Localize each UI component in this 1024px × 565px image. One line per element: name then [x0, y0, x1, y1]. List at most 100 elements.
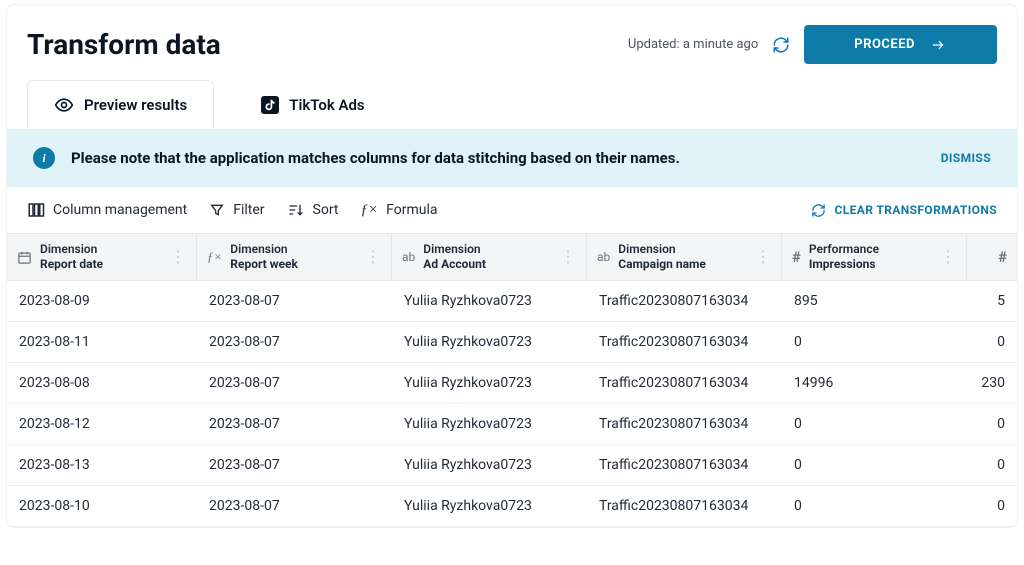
toolbar: Column management Filter Sort ƒ× Formula — [7, 187, 1017, 233]
cell-report-date: 2023-08-09 — [7, 281, 197, 321]
table-row[interactable]: 2023-08-132023-08-07Yuliia Ryzhkova0723T… — [7, 445, 1017, 486]
cell-campaign-name: Traffic20230807163034 — [587, 322, 782, 362]
sort-icon — [287, 202, 305, 218]
cell-report-week: 2023-08-07 — [197, 486, 392, 526]
cell-campaign-name: Traffic20230807163034 — [587, 281, 782, 321]
cell-ad-account: Yuliia Ryzhkova0723 — [392, 445, 587, 485]
grip-icon[interactable]: ⋮ — [560, 249, 576, 265]
table-row[interactable]: 2023-08-092023-08-07Yuliia Ryzhkova0723T… — [7, 281, 1017, 322]
table-row[interactable]: 2023-08-122023-08-07Yuliia Ryzhkova0723T… — [7, 404, 1017, 445]
info-banner: i Please note that the application match… — [7, 129, 1017, 187]
col-header-report-date[interactable]: Dimension Report date ⋮ — [7, 234, 197, 280]
cell-report-date: 2023-08-13 — [7, 445, 197, 485]
column-management-button[interactable]: Column management — [27, 201, 187, 219]
cell-campaign-name: Traffic20230807163034 — [587, 363, 782, 403]
cell-extra: 0 — [967, 445, 1017, 485]
calendar-icon — [17, 250, 32, 265]
cell-impressions: 0 — [782, 404, 967, 444]
columns-icon — [27, 201, 45, 219]
cell-impressions: 14996 — [782, 363, 967, 403]
fx-icon: ƒ× — [207, 249, 222, 265]
info-icon: i — [33, 147, 55, 169]
cell-extra: 0 — [967, 486, 1017, 526]
refresh-icon — [811, 203, 826, 218]
cell-impressions: 0 — [782, 322, 967, 362]
cell-impressions: 0 — [782, 486, 967, 526]
tabs: Preview results TikTok Ads — [7, 80, 1017, 129]
cell-extra: 0 — [967, 322, 1017, 362]
table-row[interactable]: 2023-08-102023-08-07Yuliia Ryzhkova0723T… — [7, 486, 1017, 527]
cell-ad-account: Yuliia Ryzhkova0723 — [392, 404, 587, 444]
cell-campaign-name: Traffic20230807163034 — [587, 445, 782, 485]
header-right: Updated: a minute ago PROCEED — [628, 25, 997, 64]
tab-preview-results[interactable]: Preview results — [27, 80, 214, 129]
text-icon: ab — [402, 250, 415, 264]
formula-button[interactable]: ƒ× Formula — [361, 202, 438, 219]
clear-transformations-button[interactable]: CLEAR TRANSFORMATIONS — [811, 203, 997, 218]
cell-campaign-name: Traffic20230807163034 — [587, 486, 782, 526]
proceed-button[interactable]: PROCEED — [804, 25, 997, 64]
col-header-extra[interactable]: # — [967, 234, 1017, 280]
formula-icon: ƒ× — [361, 202, 379, 219]
tab-label: Preview results — [84, 96, 187, 114]
data-table: Dimension Report date ⋮ ƒ× Dimension Rep… — [7, 233, 1017, 527]
cell-report-date: 2023-08-11 — [7, 322, 197, 362]
text-icon: ab — [597, 250, 610, 264]
header: Transform data Updated: a minute ago PRO… — [7, 5, 1017, 72]
filter-icon — [209, 202, 225, 218]
cell-report-date: 2023-08-10 — [7, 486, 197, 526]
toolbar-left: Column management Filter Sort ƒ× Formula — [27, 201, 437, 219]
cell-report-date: 2023-08-08 — [7, 363, 197, 403]
page-title: Transform data — [27, 28, 221, 61]
filter-button[interactable]: Filter — [209, 202, 264, 218]
grip-icon[interactable]: ⋮ — [940, 249, 956, 265]
cell-impressions: 0 — [782, 445, 967, 485]
cell-report-week: 2023-08-07 — [197, 363, 392, 403]
table-row[interactable]: 2023-08-112023-08-07Yuliia Ryzhkova0723T… — [7, 322, 1017, 363]
banner-text: Please note that the application matches… — [71, 149, 680, 167]
hash-icon: # — [998, 248, 1007, 266]
cell-report-week: 2023-08-07 — [197, 281, 392, 321]
table-header: Dimension Report date ⋮ ƒ× Dimension Rep… — [7, 233, 1017, 281]
cell-ad-account: Yuliia Ryzhkova0723 — [392, 486, 587, 526]
table-row[interactable]: 2023-08-082023-08-07Yuliia Ryzhkova0723T… — [7, 363, 1017, 404]
cell-campaign-name: Traffic20230807163034 — [587, 404, 782, 444]
grip-icon[interactable]: ⋮ — [170, 249, 186, 265]
cell-ad-account: Yuliia Ryzhkova0723 — [392, 322, 587, 362]
grip-icon[interactable]: ⋮ — [755, 249, 771, 265]
cell-report-week: 2023-08-07 — [197, 445, 392, 485]
app-container: Transform data Updated: a minute ago PRO… — [6, 4, 1018, 528]
tool-label: Column management — [53, 202, 187, 218]
grip-icon[interactable]: ⋮ — [365, 249, 381, 265]
refresh-icon[interactable] — [772, 36, 790, 54]
tab-label: TikTok Ads — [289, 96, 364, 114]
cell-extra: 0 — [967, 404, 1017, 444]
table-body: 2023-08-092023-08-07Yuliia Ryzhkova0723T… — [7, 281, 1017, 527]
hash-icon: # — [792, 248, 801, 266]
cell-extra: 5 — [967, 281, 1017, 321]
cell-report-week: 2023-08-07 — [197, 404, 392, 444]
col-header-campaign-name[interactable]: ab Dimension Campaign name ⋮ — [587, 234, 782, 280]
tool-label: Formula — [386, 202, 437, 218]
cell-report-date: 2023-08-12 — [7, 404, 197, 444]
tool-label: Sort — [313, 202, 339, 218]
eye-icon — [54, 95, 74, 115]
sort-button[interactable]: Sort — [287, 202, 339, 218]
clear-label: CLEAR TRANSFORMATIONS — [834, 203, 997, 217]
proceed-label: PROCEED — [854, 37, 915, 52]
col-header-impressions[interactable]: # Performance Impressions ⋮ — [782, 234, 967, 280]
banner-left: i Please note that the application match… — [33, 147, 680, 169]
updated-label: Updated: a minute ago — [628, 37, 758, 52]
cell-ad-account: Yuliia Ryzhkova0723 — [392, 363, 587, 403]
cell-report-week: 2023-08-07 — [197, 322, 392, 362]
col-header-ad-account[interactable]: ab Dimension Ad Account ⋮ — [392, 234, 587, 280]
col-header-report-week[interactable]: ƒ× Dimension Report week ⋮ — [197, 234, 392, 280]
tiktok-icon — [261, 96, 279, 114]
dismiss-button[interactable]: DISMISS — [941, 151, 991, 165]
cell-extra: 230 — [967, 363, 1017, 403]
tab-tiktok-ads[interactable]: TikTok Ads — [234, 80, 391, 129]
cell-ad-account: Yuliia Ryzhkova0723 — [392, 281, 587, 321]
tool-label: Filter — [233, 202, 264, 218]
arrow-right-icon — [929, 38, 947, 52]
cell-impressions: 895 — [782, 281, 967, 321]
